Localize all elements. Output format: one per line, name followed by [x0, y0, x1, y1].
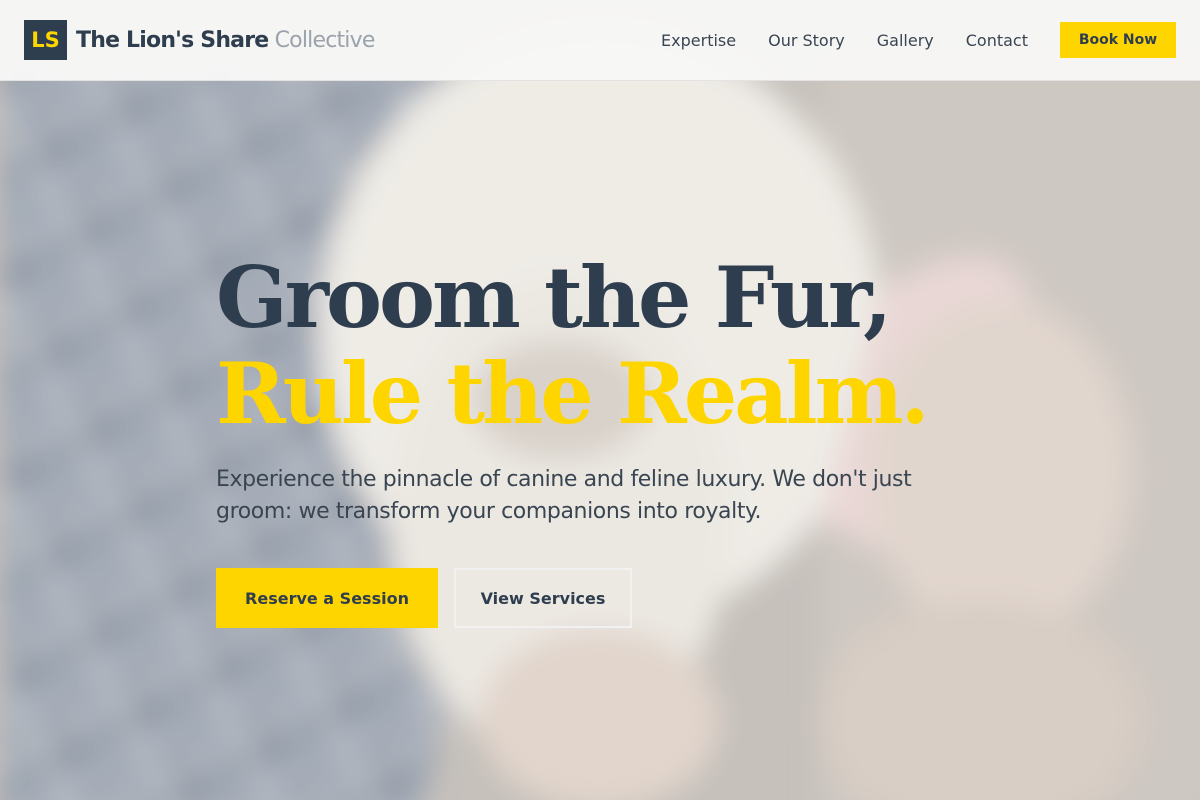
nav-link-expertise[interactable]: Expertise [661, 31, 736, 50]
nav-link-gallery[interactable]: Gallery [877, 31, 934, 50]
main-nav: Expertise Our Story Gallery Contact Book… [661, 22, 1176, 58]
logo-mark[interactable]: LS [24, 20, 67, 60]
brand-name[interactable]: The Lion's Share Collective [76, 28, 375, 53]
view-services-button[interactable]: View Services [454, 568, 632, 628]
hero-cta-row: Reserve a Session View Services [216, 568, 1016, 628]
nav-link-contact[interactable]: Contact [966, 31, 1028, 50]
hero-content: Groom the Fur, Rule the Realm. Experienc… [216, 250, 1016, 628]
hero-headline: Groom the Fur, Rule the Realm. [216, 250, 1016, 442]
brand-name-light: Collective [274, 27, 376, 53]
reserve-session-button[interactable]: Reserve a Session [216, 568, 438, 628]
book-now-button[interactable]: Book Now [1060, 22, 1176, 58]
brand-name-strong: The Lion's Share [76, 27, 269, 53]
nav-link-our-story[interactable]: Our Story [768, 31, 845, 50]
hero-subtext: Experience the pinnacle of canine and fe… [216, 467, 912, 524]
hero-headline-line1: Groom the Fur, [216, 248, 892, 347]
site-header: LS The Lion's Share Collective Expertise… [0, 0, 1200, 81]
hero-headline-line2: Rule the Realm. [216, 344, 930, 443]
